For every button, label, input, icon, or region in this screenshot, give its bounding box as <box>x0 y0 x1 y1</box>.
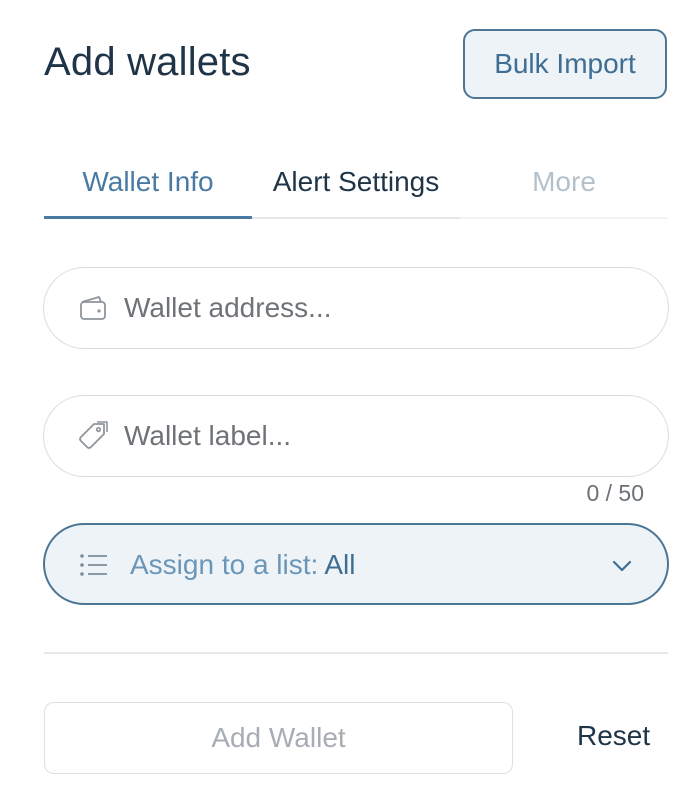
label-char-counter: 0 / 50 <box>586 480 644 506</box>
add-wallet-button[interactable]: Add Wallet <box>44 702 513 774</box>
tab-alert-settings-label: Alert Settings <box>272 166 440 197</box>
tab-alert-settings[interactable]: Alert Settings <box>252 160 460 220</box>
assign-list-value: All <box>324 549 356 580</box>
tab-divider <box>252 217 460 219</box>
wallet-address-field <box>43 267 669 349</box>
tab-more[interactable]: More <box>460 160 668 220</box>
wallet-label-field <box>43 395 669 477</box>
tab-wallet-info[interactable]: Wallet Info <box>44 160 252 220</box>
list-icon <box>80 554 107 576</box>
wallet-address-input[interactable] <box>124 284 644 332</box>
bulk-import-button[interactable]: Bulk Import <box>463 29 667 99</box>
active-tab-indicator <box>44 216 252 219</box>
chevron-down-icon <box>612 560 632 572</box>
section-divider <box>44 652 668 654</box>
wallet-icon <box>80 296 106 320</box>
add-wallets-panel: Add wallets Bulk Import Wallet Info Aler… <box>0 0 700 804</box>
tab-divider <box>460 217 668 219</box>
tab-more-label: More <box>532 166 596 197</box>
tag-icon <box>79 421 108 449</box>
reset-button[interactable]: Reset <box>577 720 650 752</box>
assign-list-prefix: Assign to a list: <box>130 549 319 580</box>
wallet-label-input[interactable] <box>124 412 644 460</box>
assign-list-dropdown[interactable]: Assign to a list: All <box>43 523 669 605</box>
page-title: Add wallets <box>44 40 251 84</box>
assign-list-label: Assign to a list: All <box>130 549 355 581</box>
tab-wallet-info-label: Wallet Info <box>82 166 214 197</box>
tab-bar: Wallet Info Alert Settings More <box>44 160 668 220</box>
